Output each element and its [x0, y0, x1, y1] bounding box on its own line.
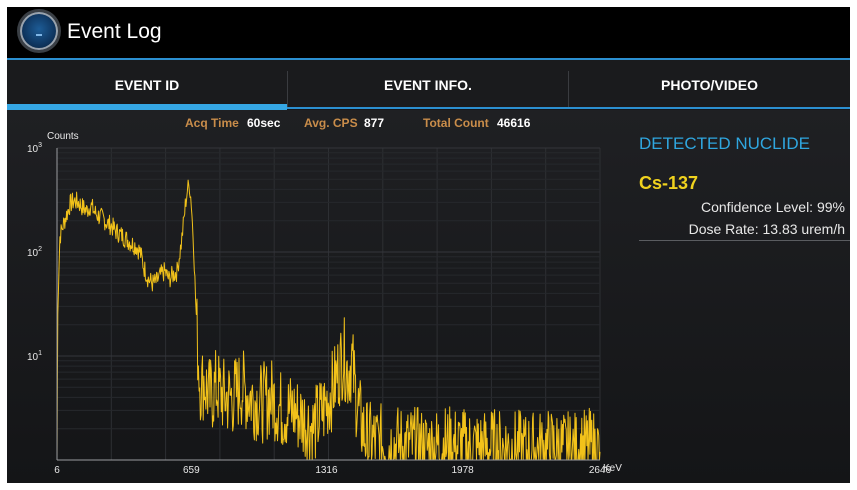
title-bar: Event Log: [7, 7, 850, 60]
y-tick-label: 101: [27, 350, 42, 363]
acquisition-stats: Acq Time 60sec Avg. CPS 877 Total Count …: [7, 116, 607, 134]
tab-bar: EVENT ID EVENT INFO. PHOTO/VIDEO: [7, 60, 850, 110]
spectrum-chart: 1011021036 659 1316 1978 2646 Counts KeV: [27, 131, 622, 476]
y-tick-label: 102: [27, 246, 42, 259]
total-count-value: 46616: [497, 116, 531, 130]
tab-event-info[interactable]: EVENT INFO.: [288, 60, 568, 109]
avg-cps-value: 877: [364, 116, 385, 130]
dose-rate: Dose Rate: 13.83 urem/h: [688, 221, 845, 237]
x-tick-label: 1316: [315, 465, 338, 476]
x-axis-unit-label: KeV: [603, 463, 622, 474]
total-count-label: Total Count: [423, 116, 489, 130]
detected-nuclide-heading: DETECTED NUCLIDE: [639, 134, 810, 153]
avg-cps-label: Avg. CPS: [304, 116, 358, 130]
page-title: Event Log: [67, 20, 162, 43]
acq-time-label: Acq Time: [185, 116, 239, 130]
tab-event-id[interactable]: EVENT ID: [7, 60, 287, 109]
nuclide-divider: [639, 240, 850, 241]
event-id-panel: 101 102 103 6 659 1316 1978 2646 Counts KeV Acq…: [7, 110, 850, 483]
x-tick-label: 1978: [451, 465, 474, 476]
x-tick-label: 659: [183, 465, 200, 476]
y-tick-label: 103: [27, 142, 42, 155]
nuclide-name: Cs-137: [639, 173, 699, 193]
x-tick-label: 6: [54, 465, 60, 476]
device-screen: Event Log EVENT ID EVENT INFO. PHOTO/VID…: [7, 7, 850, 483]
tab-photo-video[interactable]: PHOTO/VIDEO: [569, 60, 850, 109]
acq-time-value: 60sec: [247, 116, 281, 130]
app-dial-icon[interactable]: [20, 12, 58, 50]
confidence-level: Confidence Level: 99%: [701, 199, 845, 215]
